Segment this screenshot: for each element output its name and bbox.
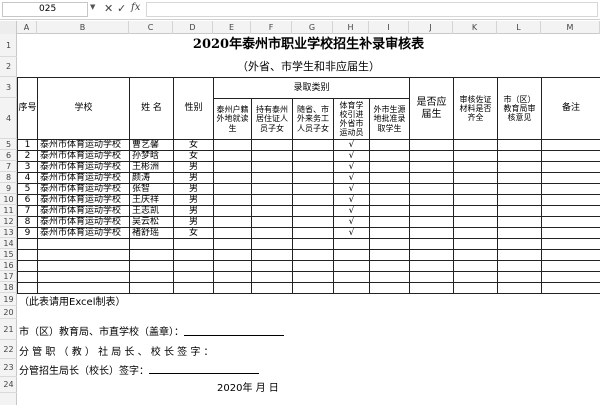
column-header-d[interactable]: D [173,21,213,34]
column-header-e[interactable]: E [213,21,251,34]
column-header-m[interactable]: M [541,21,600,34]
table-cell [333,282,370,294]
row-header-18[interactable]: 18 [0,282,17,293]
formula-input[interactable] [146,2,598,17]
row-header-24[interactable]: 24 [0,377,17,393]
header-name: 姓 名 [129,77,174,140]
excel-note-text: （此表请用Excel制表） [19,297,126,308]
sign-recruit-blank [149,364,259,374]
row-header-6[interactable]: 6 [0,150,17,161]
document-subtitle: （外省、市学生和非应届生） [237,59,380,73]
column-header-g[interactable]: G [292,21,333,34]
header-cat3: 随省、市外来务工人员子女 [292,98,334,140]
row-header-5[interactable]: 5 [0,139,17,150]
name-box[interactable]: 025 [2,2,88,17]
header-cat4: 体育学校引进外省市运动员 [333,98,370,140]
sign-bureau: 市（区）教育局、市直学校（盖章）： [19,320,284,341]
column-header-j[interactable]: J [409,21,453,34]
document-title: 2020年泰州市职业学校招生补录审核表 [192,37,425,53]
row-headers: 1 2 3 4 5 6 7 8 9 10 11 12 13 14 15 16 17 18 19 20 21 22 23 24 [0,34,17,405]
sign-recruit-text: 分管招生局长（校长）签字： [19,365,149,377]
column-header-f[interactable]: F [251,21,292,34]
name-box-dropdown-icon[interactable]: ▼ [90,3,95,11]
row-header-19[interactable]: 19 [0,293,17,306]
header-cat5: 外市生源地批准录取学生 [369,98,410,140]
header-school: 学校 [37,77,130,140]
row-header-3[interactable]: 3 [0,77,17,98]
row-header-2[interactable]: 2 [0,57,17,77]
header-fresh-grad: 是否应届生 [409,77,454,140]
table-cell [369,282,410,294]
column-header-c[interactable]: C [129,21,173,34]
table-cell [173,282,214,294]
date-line: 2020年 月 日 [217,383,279,394]
header-seq: 序号 [17,77,38,140]
row-header-21[interactable]: 21 [0,319,17,340]
row-header-17[interactable]: 17 [0,271,17,282]
sign-bureau-blank [184,326,284,336]
table-cell [129,282,174,294]
excel-note: （此表请用Excel制表） [19,294,126,308]
row-header-15[interactable]: 15 [0,249,17,260]
header-material: 审核佐证材料是否齐全 [453,77,498,140]
row-header-11[interactable]: 11 [0,205,17,216]
header-cat1: 泰州户籍外地就读生 [213,98,252,140]
column-header-l[interactable]: L [497,21,541,34]
header-bureau: 市（区）教育局审核意见 [497,77,542,140]
sheet-grid[interactable]: 2020年泰州市职业学校招生补录审核表 （外省、市学生和非应届生） 序号 学校姓 … [17,34,600,405]
select-all-corner[interactable] [0,21,17,34]
table-cell [213,282,252,294]
row-header-10[interactable]: 10 [0,194,17,205]
row-header-14[interactable]: 14 [0,238,17,249]
sign-principal: 分 管 职 （ 教 ） 社 局 长 、 校 长 签 字 ： [19,341,214,360]
sign-principal-text: 分 管 职 （ 教 ） 社 局 长 、 校 长 签 字 ： [19,347,214,358]
row-header-9[interactable]: 9 [0,183,17,194]
insert-function-icon[interactable]: fx [131,2,140,13]
row-header-20[interactable]: 20 [0,306,17,319]
column-header-a[interactable]: A [17,21,37,34]
row-header-4[interactable]: 4 [0,98,17,139]
header-cat2: 持有泰州居住证人员子女 [251,98,293,140]
formula-bar: 025 ▼ ✕ ✓ fx [0,0,600,20]
row-header-12[interactable]: 12 [0,216,17,227]
row-header-16[interactable]: 16 [0,260,17,271]
row-header-8[interactable]: 8 [0,172,17,183]
cancel-icon[interactable]: ✕ [104,2,113,15]
sign-recruit: 分管招生局长（校长）签字： [19,360,259,378]
table-cell [453,282,498,294]
row-header-7[interactable]: 7 [0,161,17,172]
table-cell [497,282,542,294]
sign-bureau-text: 市（区）教育局、市直学校（盖章）： [19,327,184,338]
confirm-icon[interactable]: ✓ [117,2,126,15]
column-header-k[interactable]: K [453,21,497,34]
column-headers: ABCDEFGHIJKLM [0,21,600,34]
column-header-i[interactable]: I [369,21,409,34]
column-header-h[interactable]: H [333,21,369,34]
table-cell [292,282,334,294]
table-cell [251,282,293,294]
column-header-b[interactable]: B [37,21,129,34]
row-header-23[interactable]: 23 [0,359,17,377]
row-header-1[interactable]: 1 [0,34,17,57]
header-category-group: 录取类别 [213,77,410,99]
row-header-13[interactable]: 13 [0,227,17,238]
header-remark: 备注 [541,77,600,140]
table-cell [409,282,454,294]
row-header-22[interactable]: 22 [0,340,17,359]
table-cell [541,282,600,294]
header-gender: 性别 [173,77,214,140]
